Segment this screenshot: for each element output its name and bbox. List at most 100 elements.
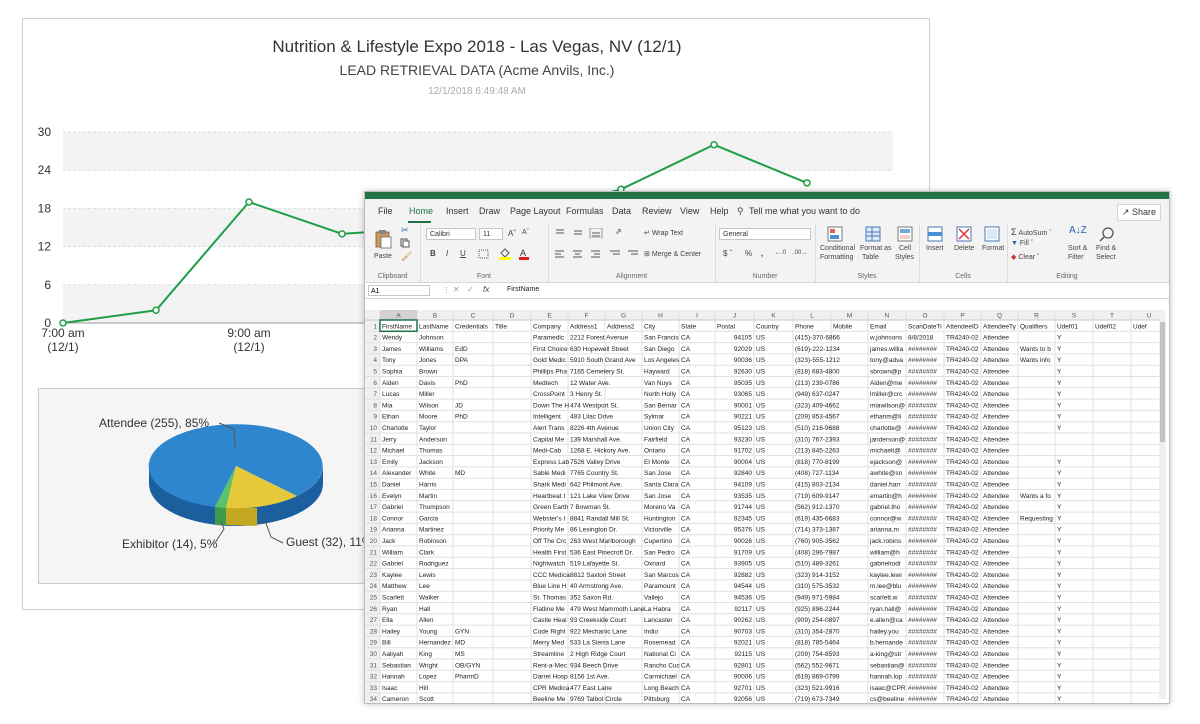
cell[interactable]: Attendee xyxy=(983,651,1009,658)
cell[interactable]: Anderson xyxy=(419,436,447,443)
cell[interactable]: Y xyxy=(1057,335,1062,342)
row-number[interactable]: 6 xyxy=(373,380,377,387)
cell[interactable]: Thompson xyxy=(419,504,450,511)
cell[interactable]: Y xyxy=(1057,346,1062,353)
cell[interactable]: 86 Lexington Dr. xyxy=(570,527,618,534)
cell[interactable]: TR4240-02 xyxy=(946,436,979,443)
cell[interactable]: Lucas xyxy=(382,391,400,398)
cell[interactable]: Y xyxy=(1057,425,1062,432)
cell[interactable]: CrossPoint xyxy=(533,391,565,398)
column-header[interactable]: L xyxy=(810,313,814,320)
cell[interactable]: PhD xyxy=(455,380,468,387)
cell[interactable]: US xyxy=(756,414,766,421)
cell[interactable]: Charlotte xyxy=(382,425,409,432)
cell[interactable]: 8841 Randall Mill St. xyxy=(570,515,630,522)
cell[interactable]: San Marcos xyxy=(644,572,679,579)
increase-decimal-icon[interactable]: ←.0 xyxy=(775,250,786,256)
cell[interactable]: ######## xyxy=(908,402,937,409)
cell[interactable]: US xyxy=(756,640,766,647)
cell[interactable]: TR4240-02 xyxy=(946,459,979,466)
cell[interactable]: Los Angeles xyxy=(644,357,680,364)
cell[interactable]: National Ci xyxy=(644,651,676,658)
cell[interactable]: Y xyxy=(1057,572,1062,579)
cell[interactable]: ######## xyxy=(908,662,937,669)
cell[interactable]: Young xyxy=(419,628,438,635)
increase-font-icon[interactable]: Aˆ xyxy=(508,229,516,238)
cell[interactable]: Attendee xyxy=(983,595,1009,602)
cell[interactable]: TR4240-02 xyxy=(946,391,979,398)
cell[interactable]: TR4240-02 xyxy=(946,402,979,409)
cell[interactable]: Y xyxy=(1057,696,1062,703)
cell[interactable]: San Bernar xyxy=(644,402,678,409)
row-number[interactable]: 4 xyxy=(373,357,377,364)
row-number[interactable]: 10 xyxy=(370,425,378,432)
cell[interactable]: 93230 xyxy=(734,436,752,443)
cell[interactable]: (209) 853-4567 xyxy=(795,414,840,421)
cell[interactable]: 474 Westport St. xyxy=(570,402,618,409)
column-header[interactable]: C xyxy=(471,313,476,320)
cell[interactable]: 934 Beech Drive xyxy=(570,662,618,669)
cell[interactable]: 92115 xyxy=(734,651,752,658)
cell[interactable]: Y xyxy=(1057,538,1062,545)
cell[interactable]: 91709 xyxy=(734,549,752,556)
cell[interactable]: 94105 xyxy=(734,335,752,342)
cell[interactable]: Attendee xyxy=(983,459,1009,466)
cell[interactable]: AttendeeID xyxy=(946,323,979,330)
cell[interactable]: 263 West Marlborough xyxy=(570,538,636,545)
cell[interactable]: Phillips Pha xyxy=(533,369,567,376)
cell[interactable]: Y xyxy=(1057,640,1062,647)
cell[interactable]: CA xyxy=(681,674,691,681)
format-painter-icon[interactable]: 🖌 xyxy=(401,251,412,262)
cell[interactable]: ######## xyxy=(908,572,937,579)
cell[interactable]: 90703 xyxy=(734,628,752,635)
cell[interactable]: CA xyxy=(681,685,691,692)
cell[interactable]: kaylee.lewi xyxy=(870,572,902,579)
cell[interactable]: 95035 xyxy=(734,380,752,387)
cell[interactable]: Country xyxy=(756,323,780,330)
cell[interactable]: Kaylee xyxy=(382,572,402,579)
row-number[interactable]: 21 xyxy=(370,549,378,556)
cell[interactable]: (818) 785-5464 xyxy=(795,640,840,647)
cell[interactable]: Capital Me xyxy=(533,436,564,443)
cell[interactable]: Priority Me xyxy=(533,527,564,534)
row-number[interactable]: 25 xyxy=(370,595,378,602)
cell-styles-icon[interactable] xyxy=(897,226,913,242)
tab-file[interactable]: File xyxy=(378,206,393,216)
cell[interactable]: (949) 971-5984 xyxy=(795,595,840,602)
paste-icon[interactable] xyxy=(373,229,393,249)
cell[interactable]: Wilson xyxy=(419,402,439,409)
cell[interactable]: Y xyxy=(1057,357,1062,364)
cell[interactable]: Wants a fo xyxy=(1020,493,1051,500)
cell[interactable]: TR4240-02 xyxy=(946,538,979,545)
cell[interactable]: 7765 Country St. xyxy=(570,470,619,477)
data-point[interactable] xyxy=(710,140,718,149)
cell[interactable]: (949) 637-0247 xyxy=(795,391,840,398)
cell[interactable]: ######## xyxy=(908,357,937,364)
cell[interactable]: Y xyxy=(1057,527,1062,534)
cell[interactable]: Merry Med xyxy=(533,640,564,647)
cell[interactable]: Y xyxy=(1057,380,1062,387)
cell[interactable]: US xyxy=(756,335,766,342)
cell[interactable]: ######## xyxy=(908,583,937,590)
cell[interactable]: Attendee xyxy=(983,414,1009,421)
cell[interactable]: 93535 xyxy=(734,493,752,500)
cell[interactable]: Attendee xyxy=(983,402,1009,409)
cell[interactable]: Y xyxy=(1057,628,1062,635)
cell[interactable]: Attendee xyxy=(983,482,1009,489)
format-as-table-icon[interactable] xyxy=(865,226,881,242)
percent-icon[interactable]: % xyxy=(745,249,752,258)
cell[interactable]: w.johnsons xyxy=(869,335,903,342)
cell[interactable]: Union City xyxy=(644,425,675,432)
cell[interactable]: Cameron xyxy=(382,696,409,703)
cell[interactable]: 483 Lilac Drive xyxy=(570,414,613,421)
cell[interactable]: 92840 xyxy=(734,470,752,477)
cell[interactable]: Hayward xyxy=(644,369,670,376)
cell[interactable]: Davis xyxy=(419,380,436,387)
cell[interactable]: Pittsburg xyxy=(644,696,670,703)
cell[interactable]: 93 Creekside Court xyxy=(570,617,626,624)
cell[interactable]: US xyxy=(756,515,766,522)
row-number[interactable]: 32 xyxy=(370,674,378,681)
merge-center-button[interactable]: ⊞ Merge & Center xyxy=(644,250,701,258)
cell[interactable]: Attendee xyxy=(983,504,1009,511)
row-number[interactable]: 14 xyxy=(370,470,378,477)
